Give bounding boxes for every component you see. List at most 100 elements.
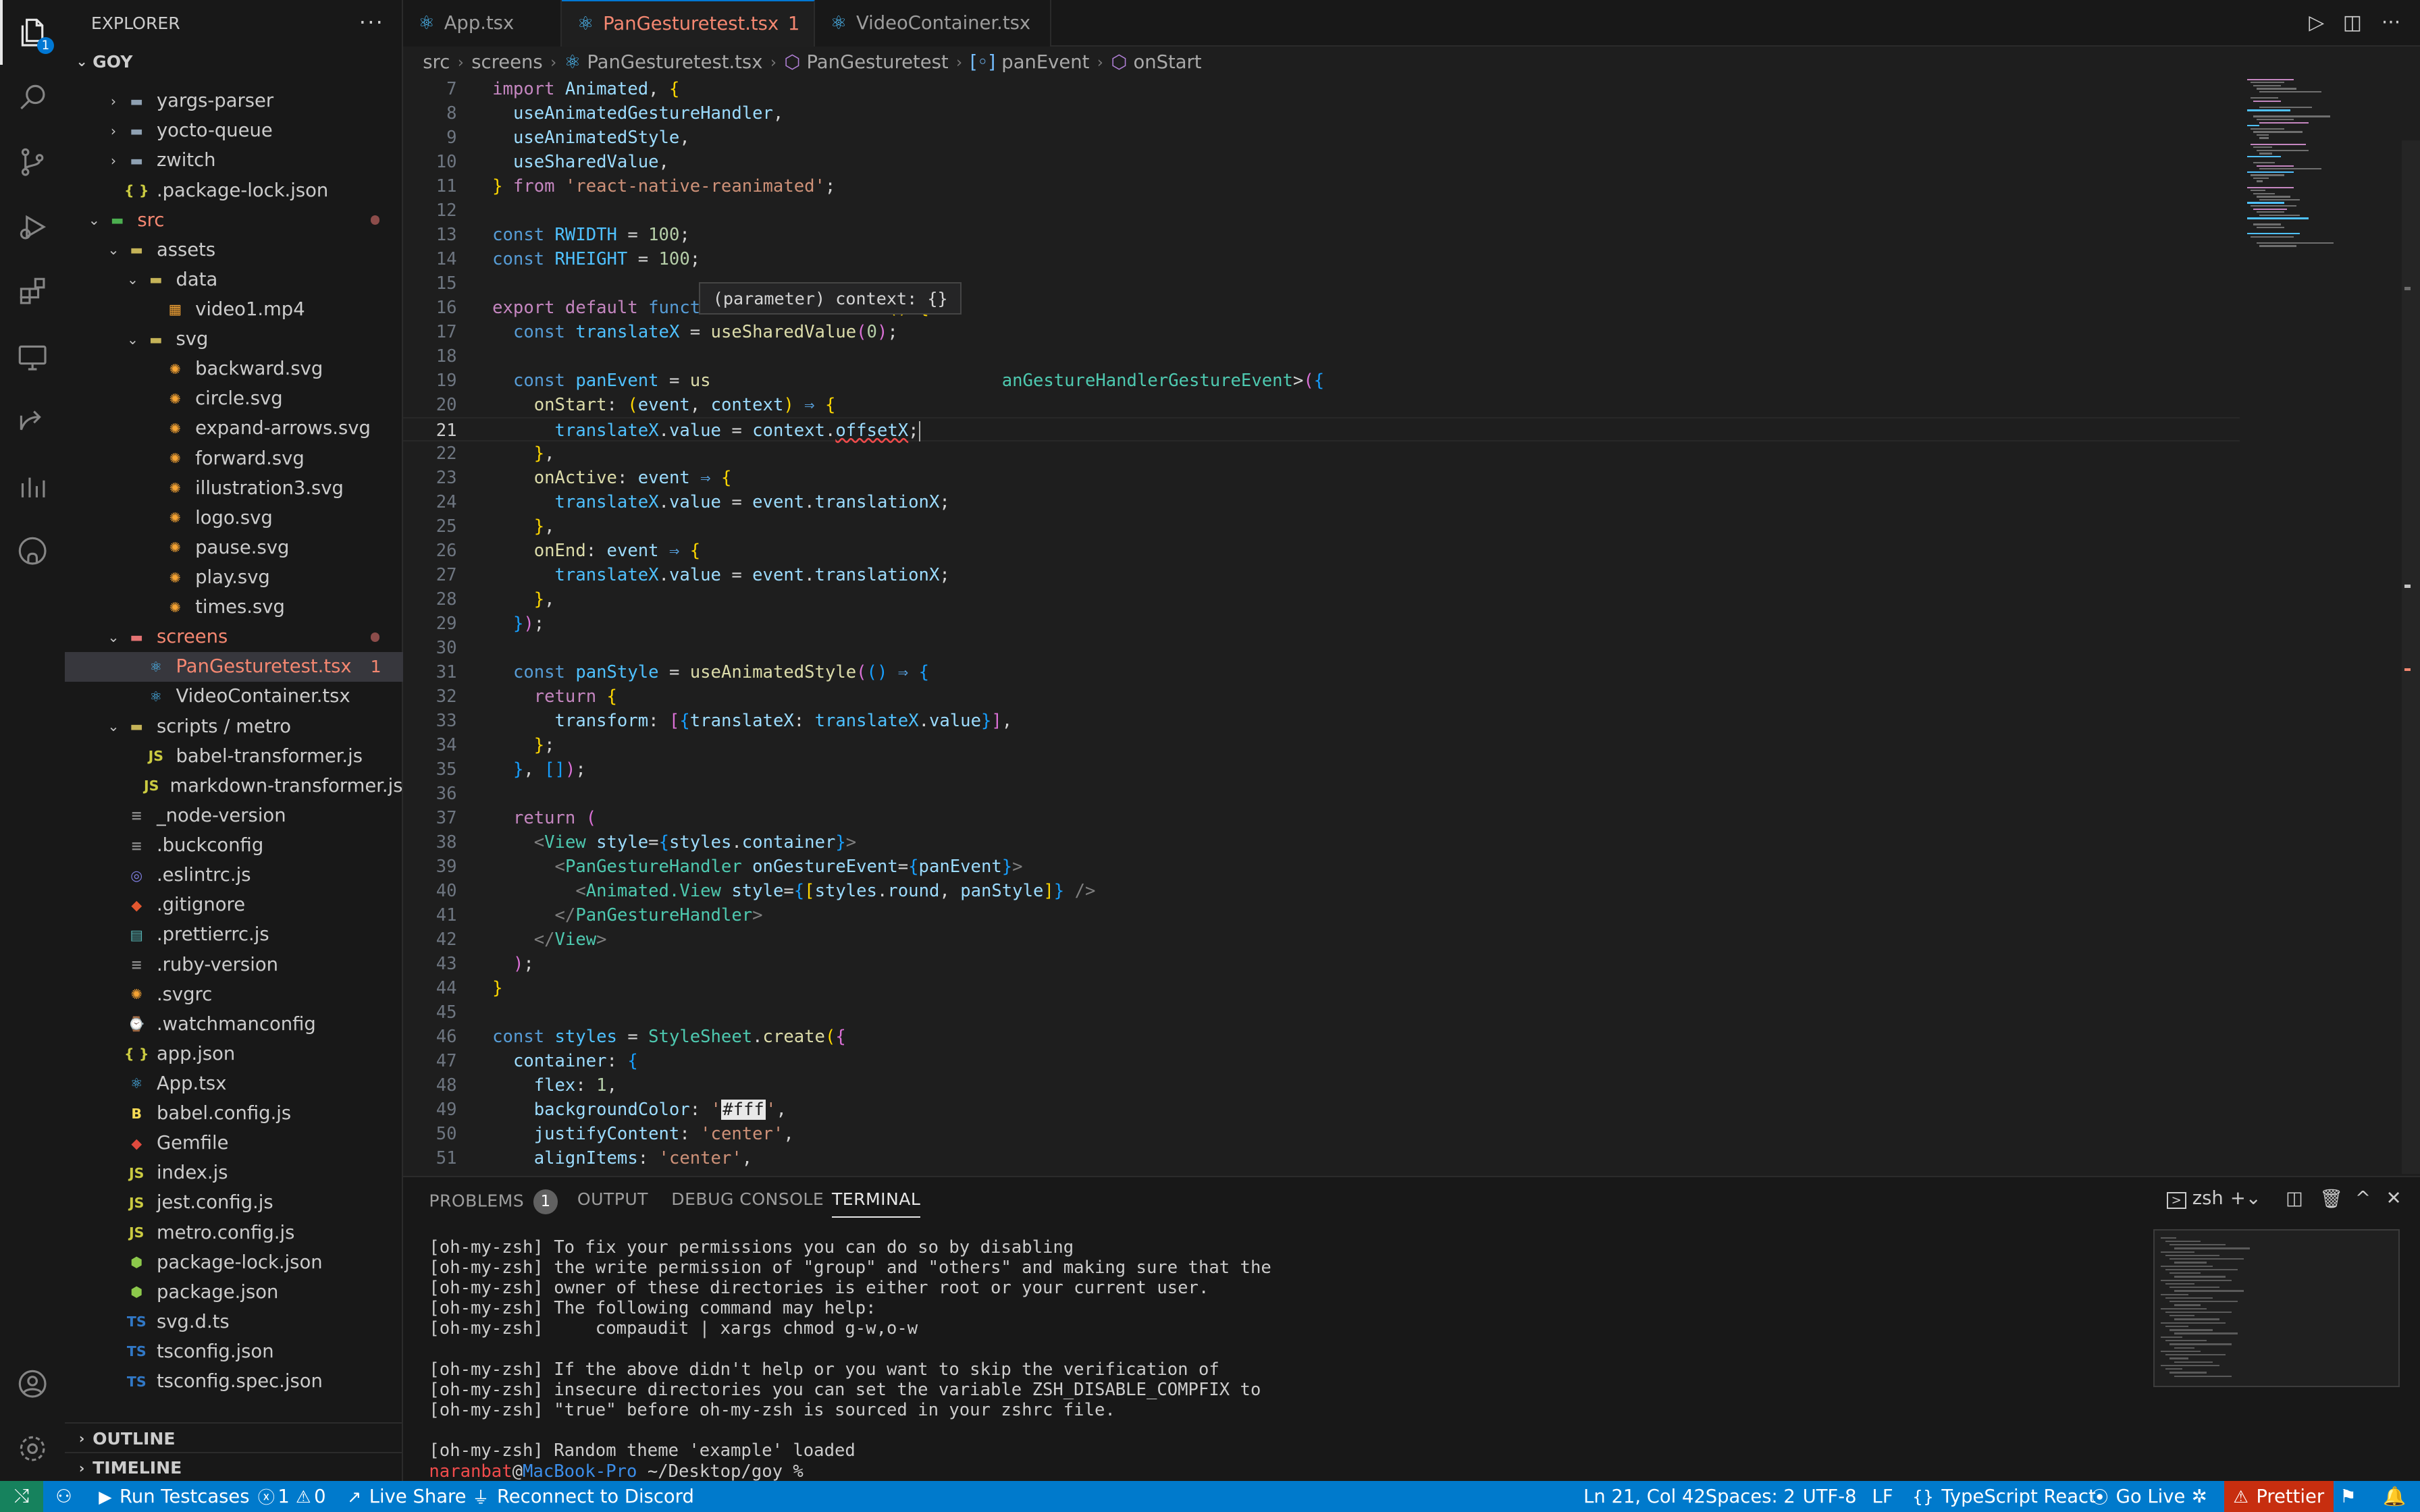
breadcrumb-item[interactable]: panEvent: [1001, 52, 1089, 73]
outline-section[interactable]: › OUTLINE: [64, 1422, 403, 1453]
code-line[interactable]: 44}: [403, 976, 2240, 1000]
code-line[interactable]: 31 const panStyle = useAnimatedStyle(() …: [403, 660, 2240, 684]
tree-item[interactable]: ✺ pause.svg: [65, 533, 403, 562]
tree-item[interactable]: ⌄ ▬ src: [65, 205, 403, 234]
tree-item[interactable]: ✺ illustration3.svg: [65, 473, 403, 502]
tree-item[interactable]: { } .package-lock.json: [65, 176, 403, 205]
tree-item[interactable]: Bbabel.config.js: [65, 1099, 403, 1128]
code-line[interactable]: 43 );: [403, 952, 2240, 976]
minimap[interactable]: [2238, 76, 2398, 261]
tree-item[interactable]: ✺ expand-arrows.svg: [65, 414, 403, 443]
tree-item[interactable]: ⌄ ▬ scripts / metro: [65, 711, 403, 740]
code-line[interactable]: 48 flex: 1,: [403, 1073, 2240, 1098]
code-line[interactable]: 32 return {: [403, 684, 2240, 709]
tree-item[interactable]: ⌄ ▬ data: [65, 265, 403, 294]
notifications-bell-icon[interactable]: 🔔: [2383, 1481, 2406, 1512]
tab-app-tsx[interactable]: ⚛ App.tsx: [402, 0, 562, 47]
run-debug-icon[interactable]: [0, 194, 65, 259]
breadcrumb-item[interactable]: src: [423, 52, 450, 73]
code-line[interactable]: 14 const RHEIGHT = 100;: [403, 247, 2240, 271]
code-line[interactable]: 39 <PanGestureHandler onGestureEvent={pa…: [403, 855, 2240, 879]
cursor-position[interactable]: Ln 21, Col 42: [1583, 1481, 1706, 1512]
source-control-icon[interactable]: [0, 130, 65, 194]
code-line[interactable]: 8 useAnimatedGestureHandler,: [403, 101, 2240, 126]
feedback-icon[interactable]: ⚑: [2340, 1481, 2357, 1512]
breadcrumb-item[interactable]: screens: [471, 52, 542, 73]
tree-item[interactable]: JS jest.config.js: [65, 1188, 403, 1217]
tree-item[interactable]: { } app.json: [65, 1040, 403, 1069]
tab-output[interactable]: OUTPUT: [577, 1189, 648, 1209]
encoding[interactable]: UTF-8: [1803, 1481, 1857, 1512]
code-line[interactable]: 12: [403, 198, 2240, 223]
code-line[interactable]: 50 justifyContent: 'center',: [403, 1122, 2240, 1146]
split-terminal-icon[interactable]: ◫: [2286, 1188, 2303, 1209]
remote-explorer-icon[interactable]: [0, 324, 65, 389]
split-editor-icon[interactable]: ◫: [2343, 11, 2362, 34]
explorer-icon[interactable]: 1: [0, 0, 65, 65]
live-share-button[interactable]: ↗ Live Share: [347, 1481, 466, 1512]
tab-problems[interactable]: PROBLEMS 1: [429, 1189, 558, 1214]
line-endings[interactable]: LF: [1872, 1481, 1893, 1512]
code-line[interactable]: 9 useAnimatedStyle,: [403, 126, 2240, 150]
code-line[interactable]: 24 translateX.value = event.translationX…: [403, 490, 2240, 514]
tab-pangesturetest-tsx[interactable]: ⚛ PanGesturetest.tsx 1: [561, 0, 815, 47]
remote-icon[interactable]: ⤭: [0, 1481, 43, 1512]
tree-item[interactable]: ✺ play.svg: [65, 563, 403, 592]
code-line[interactable]: 11} from 'react-native-reanimated';: [403, 174, 2240, 198]
code-line[interactable]: 17 const translateX = useSharedValue(0);: [403, 320, 2240, 344]
code-line[interactable]: 51 alignItems: 'center',: [403, 1146, 2240, 1170]
code-line[interactable]: 35 }, []);: [403, 757, 2240, 782]
code-line[interactable]: 42 </View>: [403, 927, 2240, 952]
code-line[interactable]: 19 const panEvent = us anGestureHandlerG…: [403, 369, 2240, 393]
code-line[interactable]: 41 </PanGestureHandler>: [403, 903, 2240, 927]
github-icon[interactable]: [0, 518, 65, 583]
discord-button[interactable]: ⏚ Reconnect to Discord: [472, 1481, 693, 1512]
run-file-icon[interactable]: ▷: [2309, 11, 2324, 34]
code-line[interactable]: 33 transform: [{translateX: translateX.v…: [403, 709, 2240, 733]
indentation[interactable]: Spaces: 2: [1706, 1481, 1795, 1512]
workspace-root[interactable]: ⌄ GOY: [65, 47, 403, 78]
sync-icon[interactable]: ✲: [2192, 1481, 2207, 1512]
tree-item[interactable]: JS index.js: [65, 1158, 403, 1187]
more-actions-icon[interactable]: ···: [359, 9, 384, 35]
tree-item[interactable]: ≡ .ruby-version: [65, 950, 403, 979]
tree-item[interactable]: JS metro.config.js: [65, 1218, 403, 1247]
code-line[interactable]: 47 container: {: [403, 1049, 2240, 1073]
code-line[interactable]: 36: [403, 782, 2240, 806]
tree-item[interactable]: ✺ .svgrc: [65, 979, 403, 1008]
breadcrumb-item[interactable]: onStart: [1133, 52, 1201, 73]
run-testcases-button[interactable]: ▶ Run Testcases: [99, 1481, 249, 1512]
tree-item[interactable]: ⌚ .watchmanconfig: [65, 1010, 403, 1039]
code-line[interactable]: 13 const RWIDTH = 100;: [403, 223, 2240, 247]
code-line[interactable]: 37 return (: [403, 806, 2240, 830]
tree-item[interactable]: › ▬ yargs-parser: [65, 86, 403, 115]
tree-item[interactable]: ⬢ package-lock.json: [65, 1247, 403, 1276]
code-line[interactable]: 15: [403, 271, 2240, 296]
code-editor[interactable]: 7 import Animated, {8 useAnimatedGestureH…: [402, 76, 2240, 1174]
tree-item[interactable]: ✺ circle.svg: [65, 384, 403, 413]
tree-item[interactable]: JS markdown-transformer.js: [65, 772, 403, 801]
code-line[interactable]: 25 },: [403, 514, 2240, 539]
tree-item[interactable]: ≡ .buckconfig: [65, 831, 403, 860]
charts-icon[interactable]: [0, 454, 65, 518]
code-line[interactable]: 49 backgroundColor: ' #fff ',: [403, 1098, 2240, 1122]
code-line[interactable]: 22 },: [403, 441, 2240, 466]
code-line[interactable]: 27 translateX.value = event.translationX…: [403, 563, 2240, 587]
tree-item[interactable]: ⌄ ▬ svg: [65, 325, 403, 354]
code-line[interactable]: 46 const styles = StyleSheet.create({: [403, 1025, 2240, 1049]
code-line[interactable]: 45: [403, 1000, 2240, 1025]
code-line[interactable]: 34 };: [403, 733, 2240, 757]
breadcrumb-item[interactable]: PanGesturetest.tsx: [587, 52, 762, 73]
code-line[interactable]: 10 useSharedValue,: [403, 150, 2240, 174]
editor-scrollbar[interactable]: [2401, 140, 2420, 1174]
tree-item[interactable]: ✺ times.svg: [65, 593, 403, 622]
code-line[interactable]: 20 onStart: (event, context) ⇒ {: [403, 393, 2240, 417]
timeline-section[interactable]: › TIMELINE: [64, 1451, 403, 1483]
tree-item[interactable]: ▤ .prettierrc.js: [65, 920, 403, 949]
search-icon[interactable]: [0, 65, 65, 130]
extensions-icon[interactable]: [0, 259, 65, 324]
code-line[interactable]: 21 translateX.value = context.offsetX;: [402, 417, 2240, 442]
tree-item[interactable]: TS tsconfig.json: [65, 1337, 403, 1366]
tree-item[interactable]: ⚛ PanGesturetest.tsx 1: [64, 652, 403, 682]
tree-item[interactable]: ✺ backward.svg: [65, 354, 403, 383]
